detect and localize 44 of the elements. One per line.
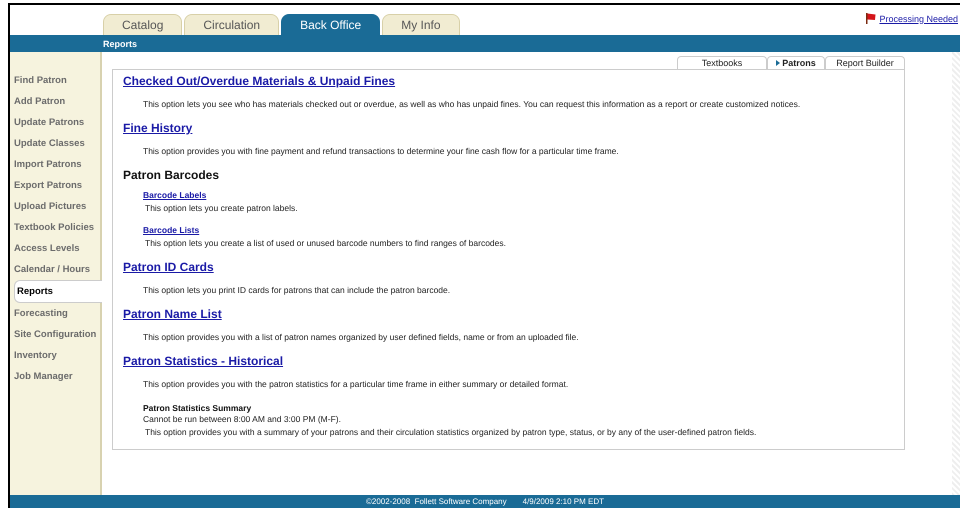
report-link[interactable]: Checked Out/Overdue Materials & Unpaid Fines — [123, 74, 396, 88]
report-link[interactable]: Patron Statistics - Historical — [123, 354, 284, 368]
report-description: This option provides you with the patron statistics for a particular time frame in either summary or detailed format. — [143, 379, 570, 389]
report-description: This option lets you create patron labels. — [145, 203, 299, 213]
report-link[interactable]: Patron ID Cards — [123, 260, 214, 274]
subreport-title: Patron Statistics Summary — [143, 403, 252, 413]
restriction-note: Cannot be run between 8:00 AM and 3:00 PM (M-F). — [143, 414, 342, 424]
sidebar-item[interactable]: Find Patron — [10, 70, 100, 91]
report-description: This option lets you print ID cards for patrons that can include the patron barcode. — [143, 285, 452, 295]
report-tab[interactable]: Textbooks — [677, 56, 767, 69]
nav-tab[interactable]: My Info — [382, 14, 460, 35]
sidebar-item[interactable]: Access Levels — [10, 238, 100, 259]
sidebar-item[interactable]: Upload Pictures — [10, 196, 100, 217]
report-link[interactable]: Barcode Lists — [143, 225, 200, 235]
sidebar-item[interactable]: Export Patrons — [10, 175, 100, 196]
report-description: This option provides you with a list of patron names organized by user defined fields, name or from an uploaded file. — [143, 332, 580, 342]
sidebar-item[interactable]: Import Patrons — [10, 154, 100, 175]
report-description: This option provides you with fine payment and refund transactions to determine your fine cash flow for a particular time frame. — [143, 146, 620, 156]
timestamp-text: 4/9/2009 2:10 PM EDT — [522, 497, 604, 506]
sidebar-item[interactable]: Update Classes — [10, 133, 100, 154]
nav-tab[interactable]: Back Office — [281, 14, 380, 35]
section-heading: Patron Barcodes — [123, 168, 220, 182]
nav-tab[interactable]: Circulation — [184, 14, 280, 35]
copyright-text: ©2002-2008 Follett Software Company — [366, 497, 507, 506]
sidebar-item[interactable]: Job Manager — [10, 366, 100, 387]
sidebar-item[interactable]: Add Patron — [10, 91, 100, 112]
sidebar-item[interactable]: Forecasting — [10, 303, 100, 324]
report-tab[interactable]: Report Builder — [825, 56, 905, 69]
sidebar-item[interactable]: Inventory — [10, 345, 100, 366]
report-tab[interactable]: Patrons — [767, 56, 825, 69]
sidebar-item[interactable]: Textbook Policies — [10, 217, 100, 238]
section-title: Reports — [103, 38, 138, 48]
processing-needed-link[interactable]: Processing Needed — [879, 14, 958, 24]
report-description: This option lets you create a list of used or unused barcode numbers to find ranges of barcodes. — [145, 238, 507, 248]
nav-tab[interactable]: Catalog — [103, 14, 182, 35]
sidebar-item[interactable]: Site Configuration — [10, 324, 100, 345]
report-link[interactable]: Barcode Labels — [143, 190, 206, 200]
sidebar-item[interactable]: Calendar / Hours — [10, 259, 100, 280]
report-description: This option lets you see who has materials checked out or overdue, as well as who has unpaid fines. You can request this information as a report or create customized notices. — [143, 99, 802, 109]
sidebar-item[interactable]: Update Patrons — [10, 112, 100, 133]
report-link[interactable]: Patron Name List — [123, 307, 222, 321]
sidebar-item[interactable]: Reports — [14, 280, 102, 303]
report-description: This option provides you with a summary of your patrons and their circulation statistics organized by patron type, status, or by any of the user-defined patron fields. — [145, 427, 758, 437]
report-link[interactable]: Fine History — [123, 121, 192, 135]
